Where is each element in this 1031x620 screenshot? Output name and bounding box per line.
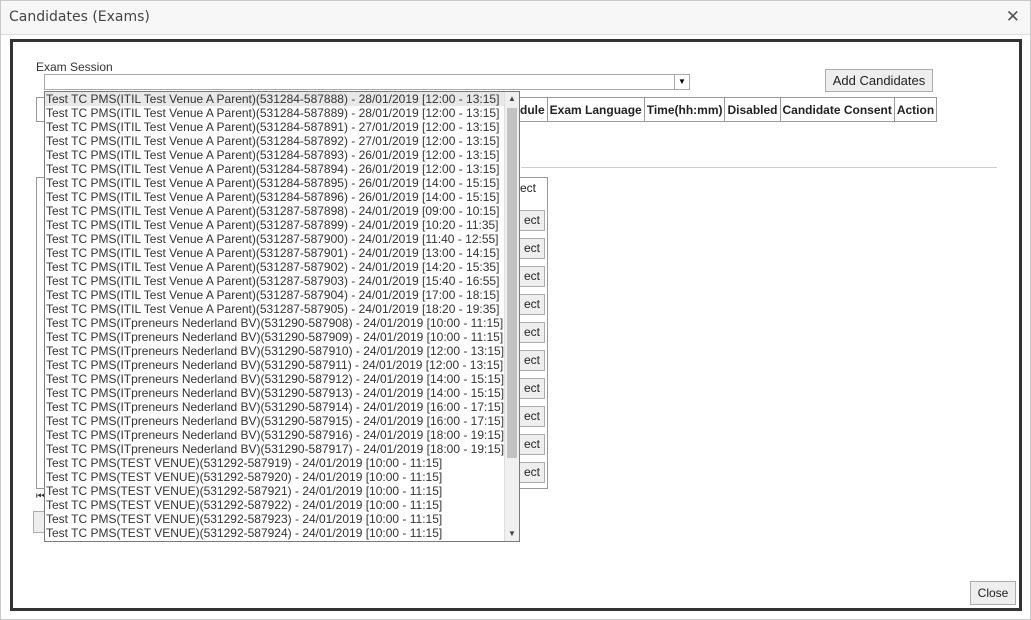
dropdown-option[interactable]: Test TC PMS(TEST VENUE)(531292-587924) -… [45, 526, 506, 540]
col-action: Action [893, 97, 938, 122]
dropdown-option[interactable]: Test TC PMS(ITIL Test Venue A Parent)(53… [45, 204, 506, 218]
dropdown-option[interactable]: Test TC PMS(ITIL Test Venue A Parent)(53… [45, 302, 506, 316]
dialog-title: Candidates (Exams) [9, 9, 150, 25]
dropdown-option[interactable]: Test TC PMS(ITpreneurs Nederland BV)(531… [45, 330, 506, 344]
exam-session-select[interactable]: ▼ [44, 74, 690, 90]
dropdown-option[interactable]: Test TC PMS(ITIL Test Venue A Parent)(53… [45, 176, 506, 190]
dropdown-option[interactable]: Test TC PMS(ITIL Test Venue A Parent)(53… [45, 162, 506, 176]
dropdown-option[interactable]: Test TC PMS(ITpreneurs Nederland BV)(531… [45, 358, 506, 372]
close-icon[interactable]: ✕ [1006, 7, 1020, 27]
dropdown-option[interactable]: Test TC PMS(ITpreneurs Nederland BV)(531… [45, 442, 506, 456]
dropdown-option[interactable]: Test TC PMS(ITIL Test Venue A Parent)(53… [45, 218, 506, 232]
dropdown-option[interactable]: Test TC PMS(ITIL Test Venue A Parent)(53… [45, 148, 506, 162]
dialog-titlebar: Candidates (Exams) ✕ [1, 1, 1030, 35]
col-time: Time(hh:mm) [643, 97, 726, 122]
close-button[interactable]: Close [970, 581, 1016, 605]
dropdown-option[interactable]: Test TC PMS(ITIL Test Venue A Parent)(53… [45, 92, 506, 106]
dropdown-options: Test TC PMS(ITIL Test Venue A Parent)(53… [45, 92, 506, 540]
col-candidate-consent: Candidate Consent [779, 97, 895, 122]
dropdown-option[interactable]: Test TC PMS(ITpreneurs Nederland BV)(531… [45, 386, 506, 400]
dropdown-option[interactable]: Test TC PMS(TEST VENUE)(531292-587920) -… [45, 470, 506, 484]
exam-session-label: Exam Session [36, 60, 113, 74]
dropdown-option[interactable]: Test TC PMS(ITIL Test Venue A Parent)(53… [45, 274, 506, 288]
dropdown-option[interactable]: Test TC PMS(TEST VENUE)(531292-587921) -… [45, 484, 506, 498]
dropdown-option[interactable]: Test TC PMS(TEST VENUE)(531292-587922) -… [45, 498, 506, 512]
scroll-down-icon[interactable]: ▼ [505, 527, 519, 541]
dropdown-option[interactable]: Test TC PMS(ITIL Test Venue A Parent)(53… [45, 246, 506, 260]
dropdown-option[interactable]: Test TC PMS(ITIL Test Venue A Parent)(53… [45, 120, 506, 134]
dropdown-option[interactable]: Test TC PMS(ITIL Test Venue A Parent)(53… [45, 106, 506, 120]
chevron-down-icon[interactable]: ▼ [674, 75, 689, 89]
dropdown-option[interactable]: Test TC PMS(ITIL Test Venue A Parent)(53… [45, 288, 506, 302]
dropdown-option[interactable]: Test TC PMS(ITpreneurs Nederland BV)(531… [45, 428, 506, 442]
dropdown-option[interactable]: Test TC PMS(TEST VENUE)(531292-587923) -… [45, 512, 506, 526]
dropdown-option[interactable]: Test TC PMS(ITpreneurs Nederland BV)(531… [45, 414, 506, 428]
dropdown-option[interactable]: Test TC PMS(ITIL Test Venue A Parent)(53… [45, 260, 506, 274]
section-divider [521, 167, 997, 168]
scroll-up-icon[interactable]: ▲ [505, 92, 519, 106]
add-candidates-button[interactable]: Add Candidates [825, 69, 933, 92]
dropdown-option[interactable]: Test TC PMS(ITpreneurs Nederland BV)(531… [45, 316, 506, 330]
col-disabled: Disabled [724, 97, 781, 122]
col-exam-language: Exam Language [546, 97, 645, 122]
dropdown-option[interactable]: Test TC PMS(ITIL Test Venue A Parent)(53… [45, 134, 506, 148]
scrollbar-thumb[interactable] [507, 108, 517, 458]
candidates-dialog: Candidates (Exams) ✕ Exam Session ▼ Add … [0, 0, 1031, 620]
dropdown-scrollbar[interactable]: ▲ ▼ [504, 92, 519, 541]
dropdown-option[interactable]: Test TC PMS(ITIL Test Venue A Parent)(53… [45, 190, 506, 204]
exam-session-dropdown-list[interactable]: Test TC PMS(ITIL Test Venue A Parent)(53… [44, 91, 520, 542]
dropdown-option[interactable]: Test TC PMS(ITpreneurs Nederland BV)(531… [45, 344, 506, 358]
col-module: dule [517, 97, 548, 122]
dropdown-option[interactable]: Test TC PMS(ITIL Test Venue A Parent)(53… [45, 232, 506, 246]
dropdown-option[interactable]: Test TC PMS(ITpreneurs Nederland BV)(531… [45, 400, 506, 414]
dropdown-option[interactable]: Test TC PMS(TEST VENUE)(531292-587919) -… [45, 456, 506, 470]
dropdown-option[interactable]: Test TC PMS(ITpreneurs Nederland BV)(531… [45, 372, 506, 386]
